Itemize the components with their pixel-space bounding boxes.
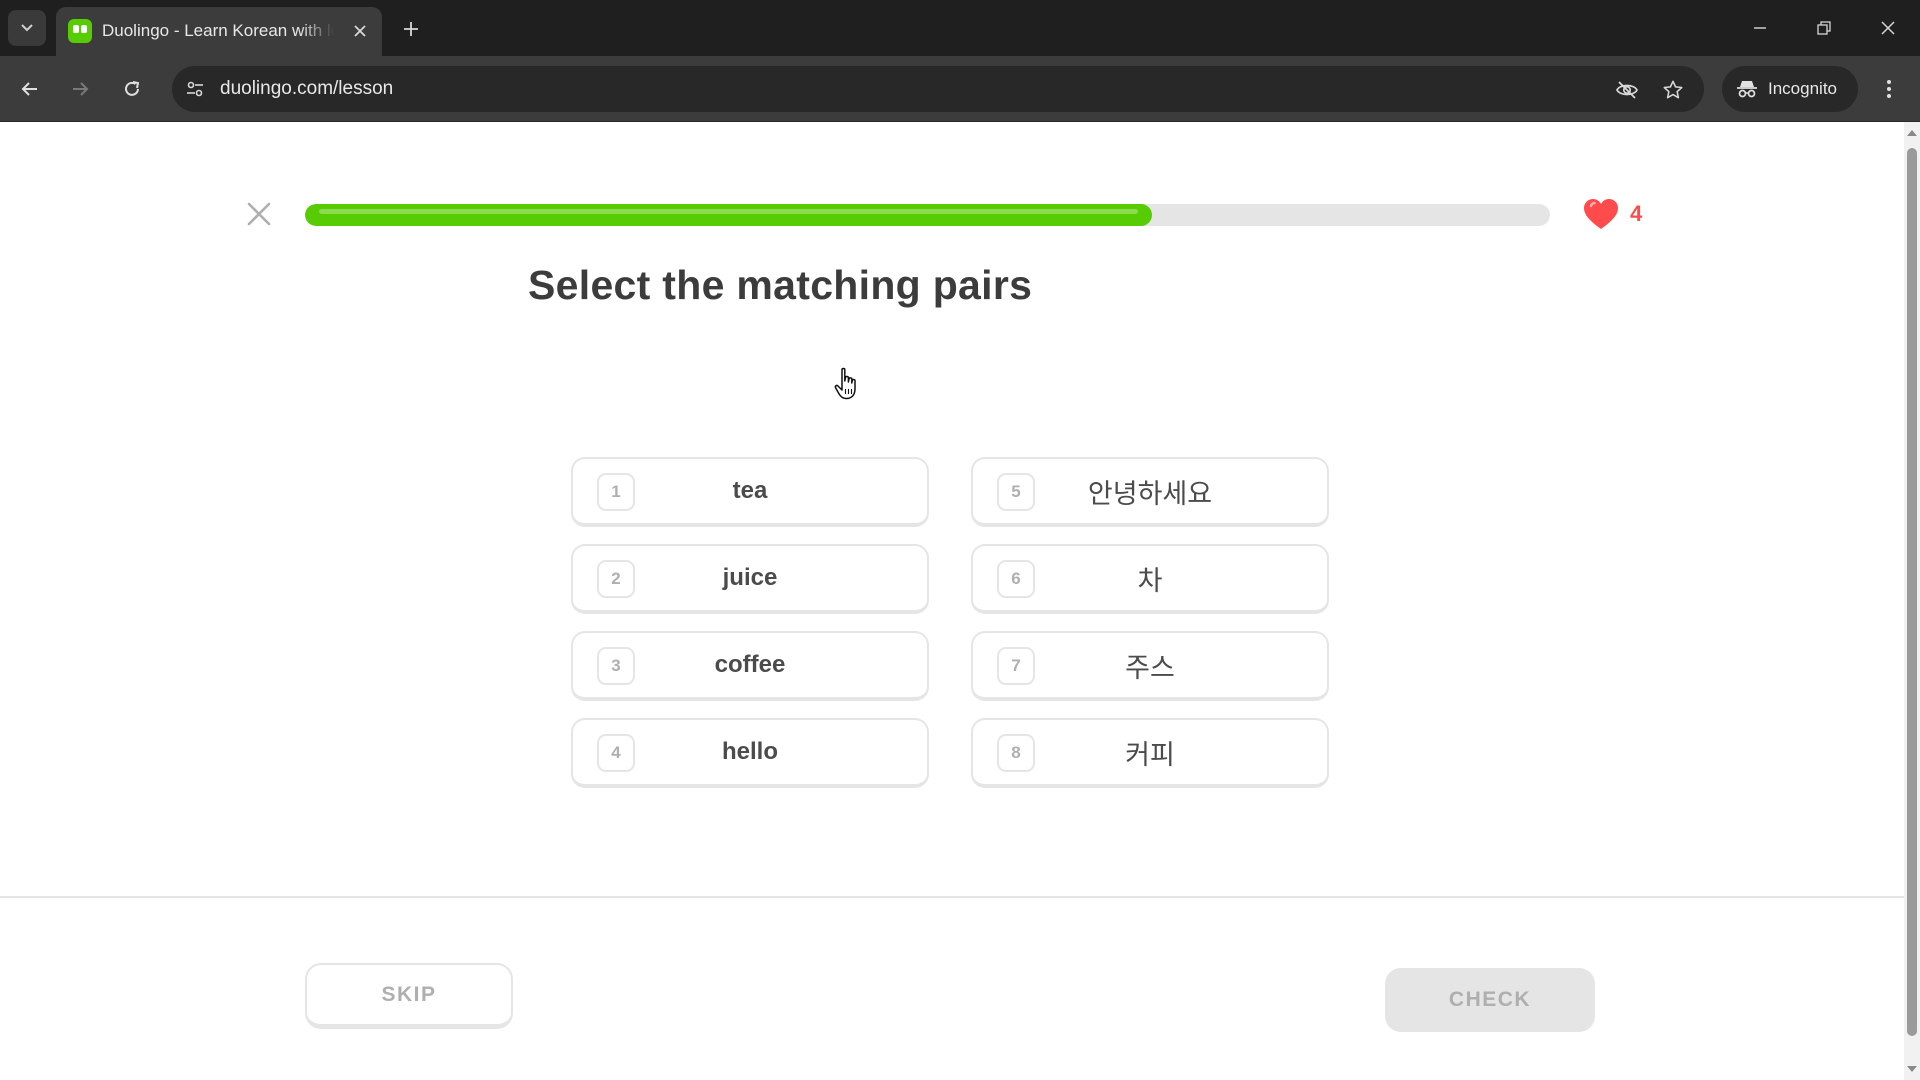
choice-tile[interactable]: 5 안녕하세요 bbox=[971, 457, 1329, 527]
chevron-down-icon bbox=[21, 24, 33, 32]
choice-number: 3 bbox=[597, 647, 635, 685]
address-bar[interactable]: duolingo.com/lesson bbox=[172, 66, 1704, 112]
choice-number: 2 bbox=[597, 560, 635, 598]
close-window-button[interactable] bbox=[1856, 0, 1920, 56]
choice-number: 7 bbox=[997, 647, 1035, 685]
choice-text: tea bbox=[732, 477, 768, 504]
hearts-count: 4 bbox=[1630, 201, 1643, 226]
incognito-indicator[interactable]: Incognito bbox=[1722, 66, 1858, 112]
star-icon bbox=[1663, 80, 1683, 99]
more-vertical-icon bbox=[1887, 80, 1891, 98]
scrollbar-thumb[interactable] bbox=[1907, 148, 1917, 1036]
site-settings-button[interactable] bbox=[182, 76, 208, 102]
restore-icon bbox=[1817, 21, 1831, 35]
choice-text: coffee bbox=[714, 651, 786, 678]
choice-text: 커피 bbox=[1125, 739, 1175, 771]
close-icon bbox=[247, 202, 271, 226]
minimize-icon bbox=[1754, 27, 1766, 29]
browser-menu-button[interactable] bbox=[1872, 72, 1906, 106]
duolingo-favicon-icon bbox=[68, 19, 92, 43]
choice-tile[interactable]: 4 hello bbox=[571, 718, 929, 788]
choice-number: 6 bbox=[997, 560, 1035, 598]
browser-toolbar: duolingo.com/lesson Incognito bbox=[0, 56, 1920, 122]
lesson-progress-fill bbox=[305, 204, 1152, 226]
url-text[interactable]: duolingo.com/lesson bbox=[220, 78, 393, 100]
choice-tile[interactable]: 7 주스 bbox=[971, 631, 1329, 701]
choice-tile[interactable]: 8 커피 bbox=[971, 718, 1329, 788]
choice-text: juice bbox=[722, 564, 778, 591]
choice-number: 8 bbox=[997, 734, 1035, 772]
quit-lesson-button[interactable] bbox=[240, 195, 278, 233]
choice-number: 4 bbox=[597, 734, 635, 772]
bookmark-button[interactable] bbox=[1658, 75, 1688, 105]
left-choices: 1 tea 2 juice 3 coffee 4 hello bbox=[571, 457, 929, 788]
reload-button[interactable] bbox=[115, 72, 149, 106]
browser-tab[interactable]: Duolingo - Learn Korean with le bbox=[56, 7, 382, 56]
choice-text: 주스 bbox=[1125, 652, 1175, 684]
tab-search-button[interactable] bbox=[8, 10, 46, 46]
scroll-down-arrow-icon[interactable] bbox=[1907, 1066, 1917, 1072]
incognito-icon bbox=[1737, 81, 1757, 98]
challenge-prompt: Select the matching pairs bbox=[528, 262, 1033, 308]
back-button[interactable] bbox=[13, 72, 47, 106]
choice-tile[interactable]: 1 tea bbox=[571, 457, 929, 527]
skip-button[interactable]: SKIP bbox=[305, 963, 513, 1029]
close-icon bbox=[354, 25, 366, 37]
hand-pointer-cursor-icon bbox=[834, 367, 856, 400]
heart-icon bbox=[1584, 199, 1618, 229]
new-tab-button[interactable] bbox=[396, 14, 426, 44]
minimize-button[interactable] bbox=[1728, 0, 1792, 56]
browser-tab-strip: Duolingo - Learn Korean with le bbox=[0, 0, 1920, 56]
choice-number: 1 bbox=[597, 473, 635, 511]
tab-title: Duolingo - Learn Korean with le bbox=[102, 21, 334, 40]
right-choices: 5 안녕하세요 6 차 7 주스 8 커피 bbox=[971, 457, 1329, 788]
incognito-label: Incognito bbox=[1768, 79, 1837, 98]
arrow-right-icon bbox=[73, 82, 89, 96]
choice-number: 5 bbox=[997, 473, 1035, 511]
hearts-counter[interactable]: 4 bbox=[1582, 194, 1642, 234]
choice-tile[interactable]: 3 coffee bbox=[571, 631, 929, 701]
eye-off-icon bbox=[1616, 81, 1638, 99]
choice-text: 안녕하세요 bbox=[1087, 478, 1213, 510]
scroll-up-arrow-icon[interactable] bbox=[1907, 130, 1917, 136]
check-button[interactable]: CHECK bbox=[1385, 968, 1595, 1032]
restore-button[interactable] bbox=[1792, 0, 1856, 56]
choice-tile[interactable]: 6차 bbox=[971, 544, 1329, 614]
tab-close-button[interactable] bbox=[348, 19, 372, 43]
reload-icon bbox=[125, 81, 140, 96]
footer-divider bbox=[0, 896, 1904, 898]
tracking-protection-button[interactable] bbox=[1612, 75, 1642, 105]
tune-icon bbox=[187, 81, 203, 97]
forward-button[interactable] bbox=[63, 72, 97, 106]
close-icon bbox=[1881, 21, 1895, 35]
lesson-progress-bar bbox=[305, 204, 1550, 226]
choice-text: 차 bbox=[1137, 565, 1163, 597]
page-scrollbar[interactable] bbox=[1904, 122, 1920, 1080]
plus-icon bbox=[404, 22, 418, 36]
choice-tile[interactable]: 2 juice bbox=[571, 544, 929, 614]
choice-text: hello bbox=[721, 738, 778, 765]
arrow-left-icon bbox=[21, 82, 37, 96]
lesson-page: 4 Select the matching pairs 1 tea 2 juice 3 c… bbox=[0, 122, 1904, 1080]
